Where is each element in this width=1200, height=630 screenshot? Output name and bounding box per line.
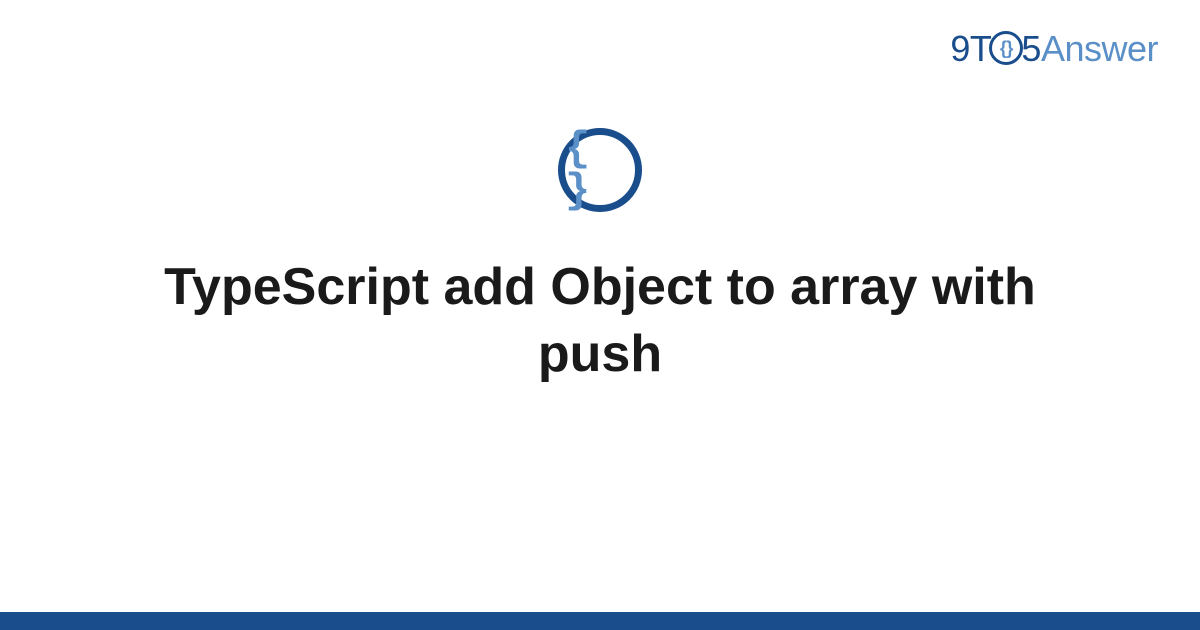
logo-word: Answer	[1041, 28, 1158, 69]
logo-suffix: 5	[1021, 28, 1041, 69]
main-content: { } TypeScript add Object to array with …	[0, 128, 1200, 387]
braces-icon: { }	[565, 128, 635, 212]
code-category-icon: { }	[558, 128, 642, 212]
footer-accent-bar	[0, 612, 1200, 630]
logo-braces-icon: {}	[989, 31, 1023, 65]
logo-prefix: 9T	[950, 28, 991, 69]
page-title: TypeScript add Object to array with push	[150, 254, 1050, 387]
brand-logo: 9T{}5Answer	[950, 28, 1158, 70]
